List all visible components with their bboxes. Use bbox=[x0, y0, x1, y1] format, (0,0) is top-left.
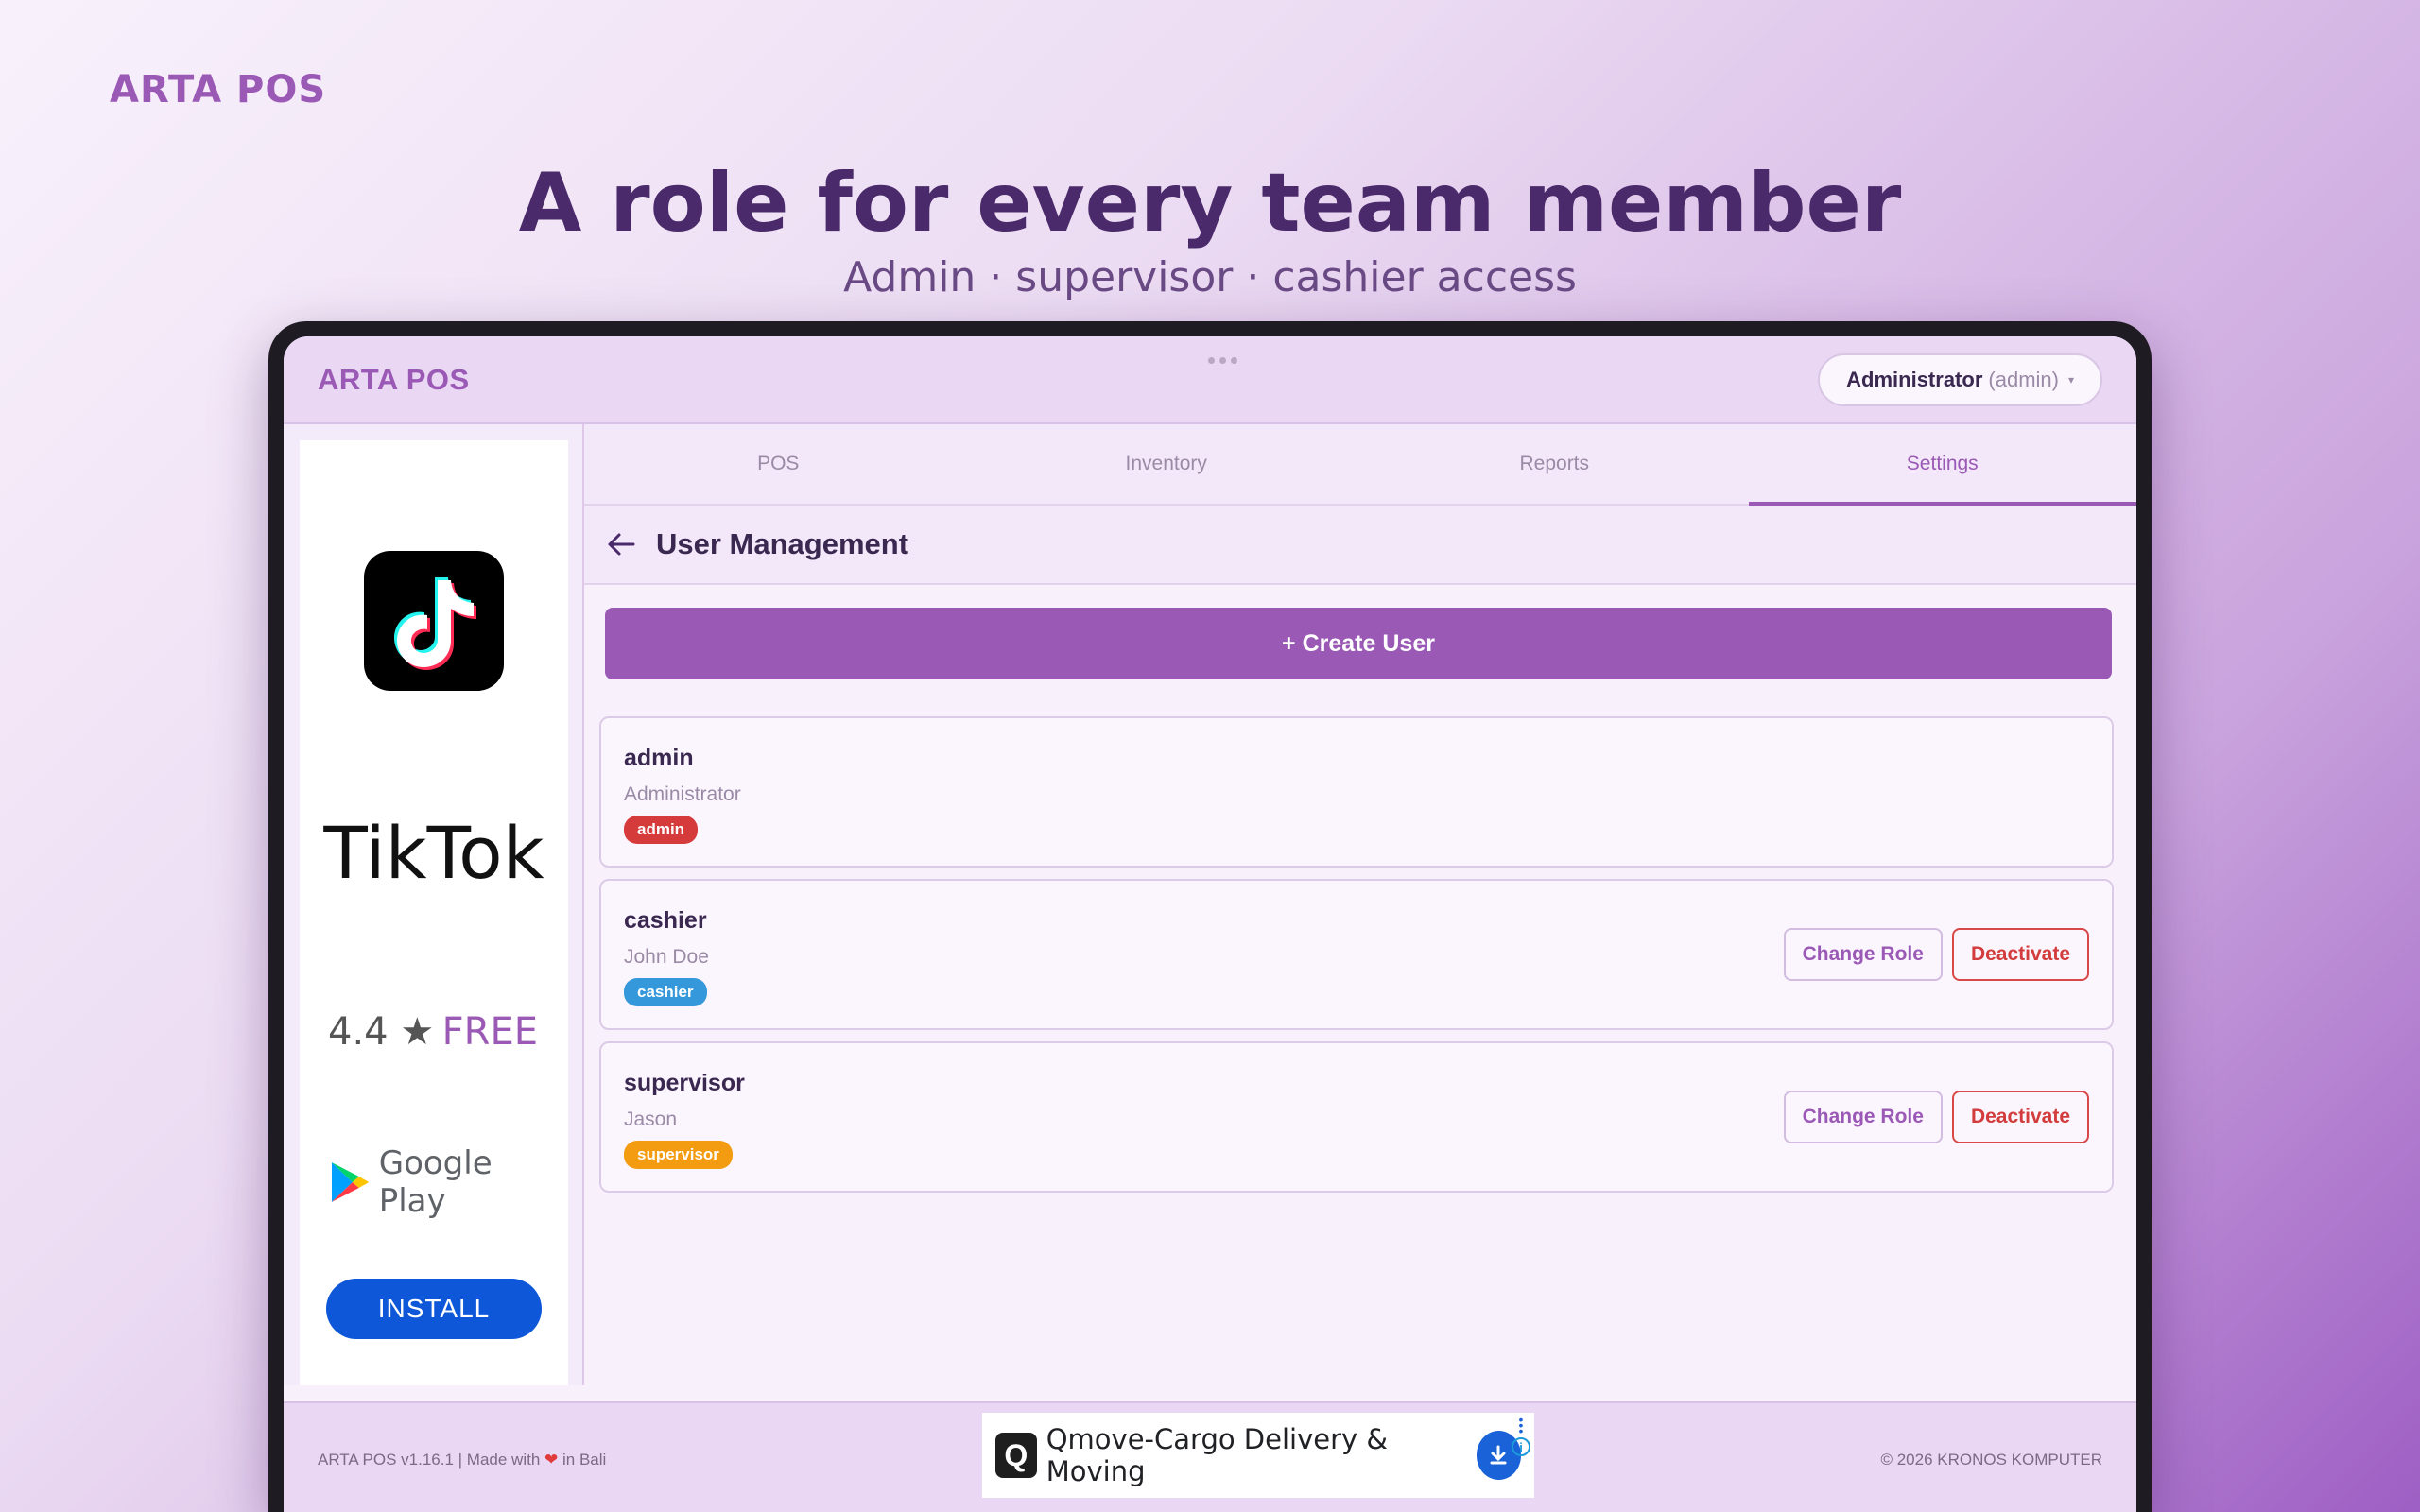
hero-title: A role for every team member bbox=[518, 156, 1902, 250]
role-badge: supervisor bbox=[624, 1141, 733, 1169]
chevron-down-icon: ▾ bbox=[2067, 372, 2074, 387]
hero-brand: ARTA POS bbox=[110, 68, 327, 112]
google-play-badge: Google Play bbox=[330, 1144, 568, 1220]
side-ad[interactable]: TikTok 4.4 ★ FREE Google Play INSTALL bbox=[300, 440, 568, 1385]
footer-version-text: ARTA POS v1.16.1 | Made with bbox=[318, 1451, 541, 1469]
heart-icon: ❤ bbox=[544, 1451, 559, 1469]
ad-app-rating: 4.4 ★ bbox=[328, 1010, 435, 1054]
hero-subtitle: Admin · supervisor · cashier access bbox=[843, 253, 1577, 301]
current-user-role: (admin) bbox=[1988, 367, 2059, 391]
tab-inventory[interactable]: Inventory bbox=[973, 424, 1361, 504]
qmove-logo-icon: Q bbox=[995, 1433, 1037, 1478]
user-card-admin: admin Administrator admin bbox=[599, 716, 2114, 868]
footer-location: in Bali bbox=[562, 1451, 607, 1469]
tiktok-logo-icon bbox=[364, 551, 504, 691]
ad-choices[interactable]: • • • i bbox=[1512, 1413, 1530, 1456]
tab-bar: POS Inventory Reports Settings bbox=[584, 424, 2136, 506]
ad-app-price: FREE bbox=[441, 1010, 538, 1054]
tablet-frame: ARTA POS Administrator (admin) ▾ TikTok … bbox=[268, 321, 2152, 1512]
footer: ARTA POS v1.16.1 | Made with ❤ in Bali Q… bbox=[284, 1401, 2136, 1512]
user-fullname: Administrator bbox=[624, 783, 741, 805]
app-screen: ARTA POS Administrator (admin) ▾ TikTok … bbox=[284, 336, 2136, 1512]
banner-ad[interactable]: Q Qmove-Cargo Delivery & Moving • • • i bbox=[982, 1413, 1534, 1498]
user-card-supervisor: supervisor Jason supervisor Change Role … bbox=[599, 1041, 2114, 1193]
sidebar: TikTok 4.4 ★ FREE Google Play INSTALL bbox=[284, 424, 584, 1385]
ad-app-name: TikTok bbox=[323, 811, 544, 895]
more-vert-icon[interactable]: • • • bbox=[1519, 1413, 1524, 1437]
app-bar: ARTA POS Administrator (admin) ▾ bbox=[284, 336, 2136, 424]
info-icon[interactable]: i bbox=[1512, 1437, 1530, 1456]
change-role-button[interactable]: Change Role bbox=[1783, 1091, 1943, 1143]
tab-pos[interactable]: POS bbox=[584, 424, 973, 504]
create-user-button[interactable]: + Create User bbox=[605, 608, 2112, 679]
google-play-label: Google Play bbox=[378, 1144, 493, 1220]
user-username: admin bbox=[624, 745, 694, 771]
page-header: User Management bbox=[584, 506, 2136, 585]
user-card-cashier: cashier John Doe cashier Change Role Dea… bbox=[599, 879, 2114, 1030]
deactivate-button[interactable]: Deactivate bbox=[1951, 928, 2089, 981]
page-title: User Management bbox=[656, 527, 909, 560]
deactivate-button[interactable]: Deactivate bbox=[1951, 1091, 2089, 1143]
change-role-button[interactable]: Change Role bbox=[1783, 928, 1943, 981]
app-brand: ARTA POS bbox=[318, 362, 470, 396]
main-content: POS Inventory Reports Settings User Mana… bbox=[584, 424, 2136, 1385]
google-play-icon bbox=[331, 1162, 369, 1202]
role-badge: admin bbox=[624, 816, 699, 844]
current-user-name: Administrator bbox=[1846, 367, 1983, 391]
banner-ad-text: Qmove-Cargo Delivery & Moving bbox=[1046, 1423, 1389, 1487]
user-actions: Change Role Deactivate bbox=[1783, 1091, 2089, 1143]
footer-copyright: © 2026 KRONOS KOMPUTER bbox=[1880, 1451, 2102, 1469]
footer-version: ARTA POS v1.16.1 | Made with ❤ in Bali bbox=[318, 1451, 606, 1469]
tab-settings[interactable]: Settings bbox=[1748, 424, 2137, 506]
user-actions: Change Role Deactivate bbox=[1783, 928, 2089, 981]
back-arrow-icon[interactable] bbox=[605, 528, 637, 560]
user-role-dropdown[interactable]: Administrator (admin) ▾ bbox=[1818, 352, 2102, 406]
install-button[interactable]: INSTALL bbox=[326, 1279, 542, 1339]
notch-dots-icon bbox=[1208, 357, 1237, 364]
user-list: admin Administrator admin cashier John D… bbox=[599, 716, 2114, 1204]
tab-reports[interactable]: Reports bbox=[1360, 424, 1749, 504]
role-badge: cashier bbox=[624, 978, 707, 1006]
